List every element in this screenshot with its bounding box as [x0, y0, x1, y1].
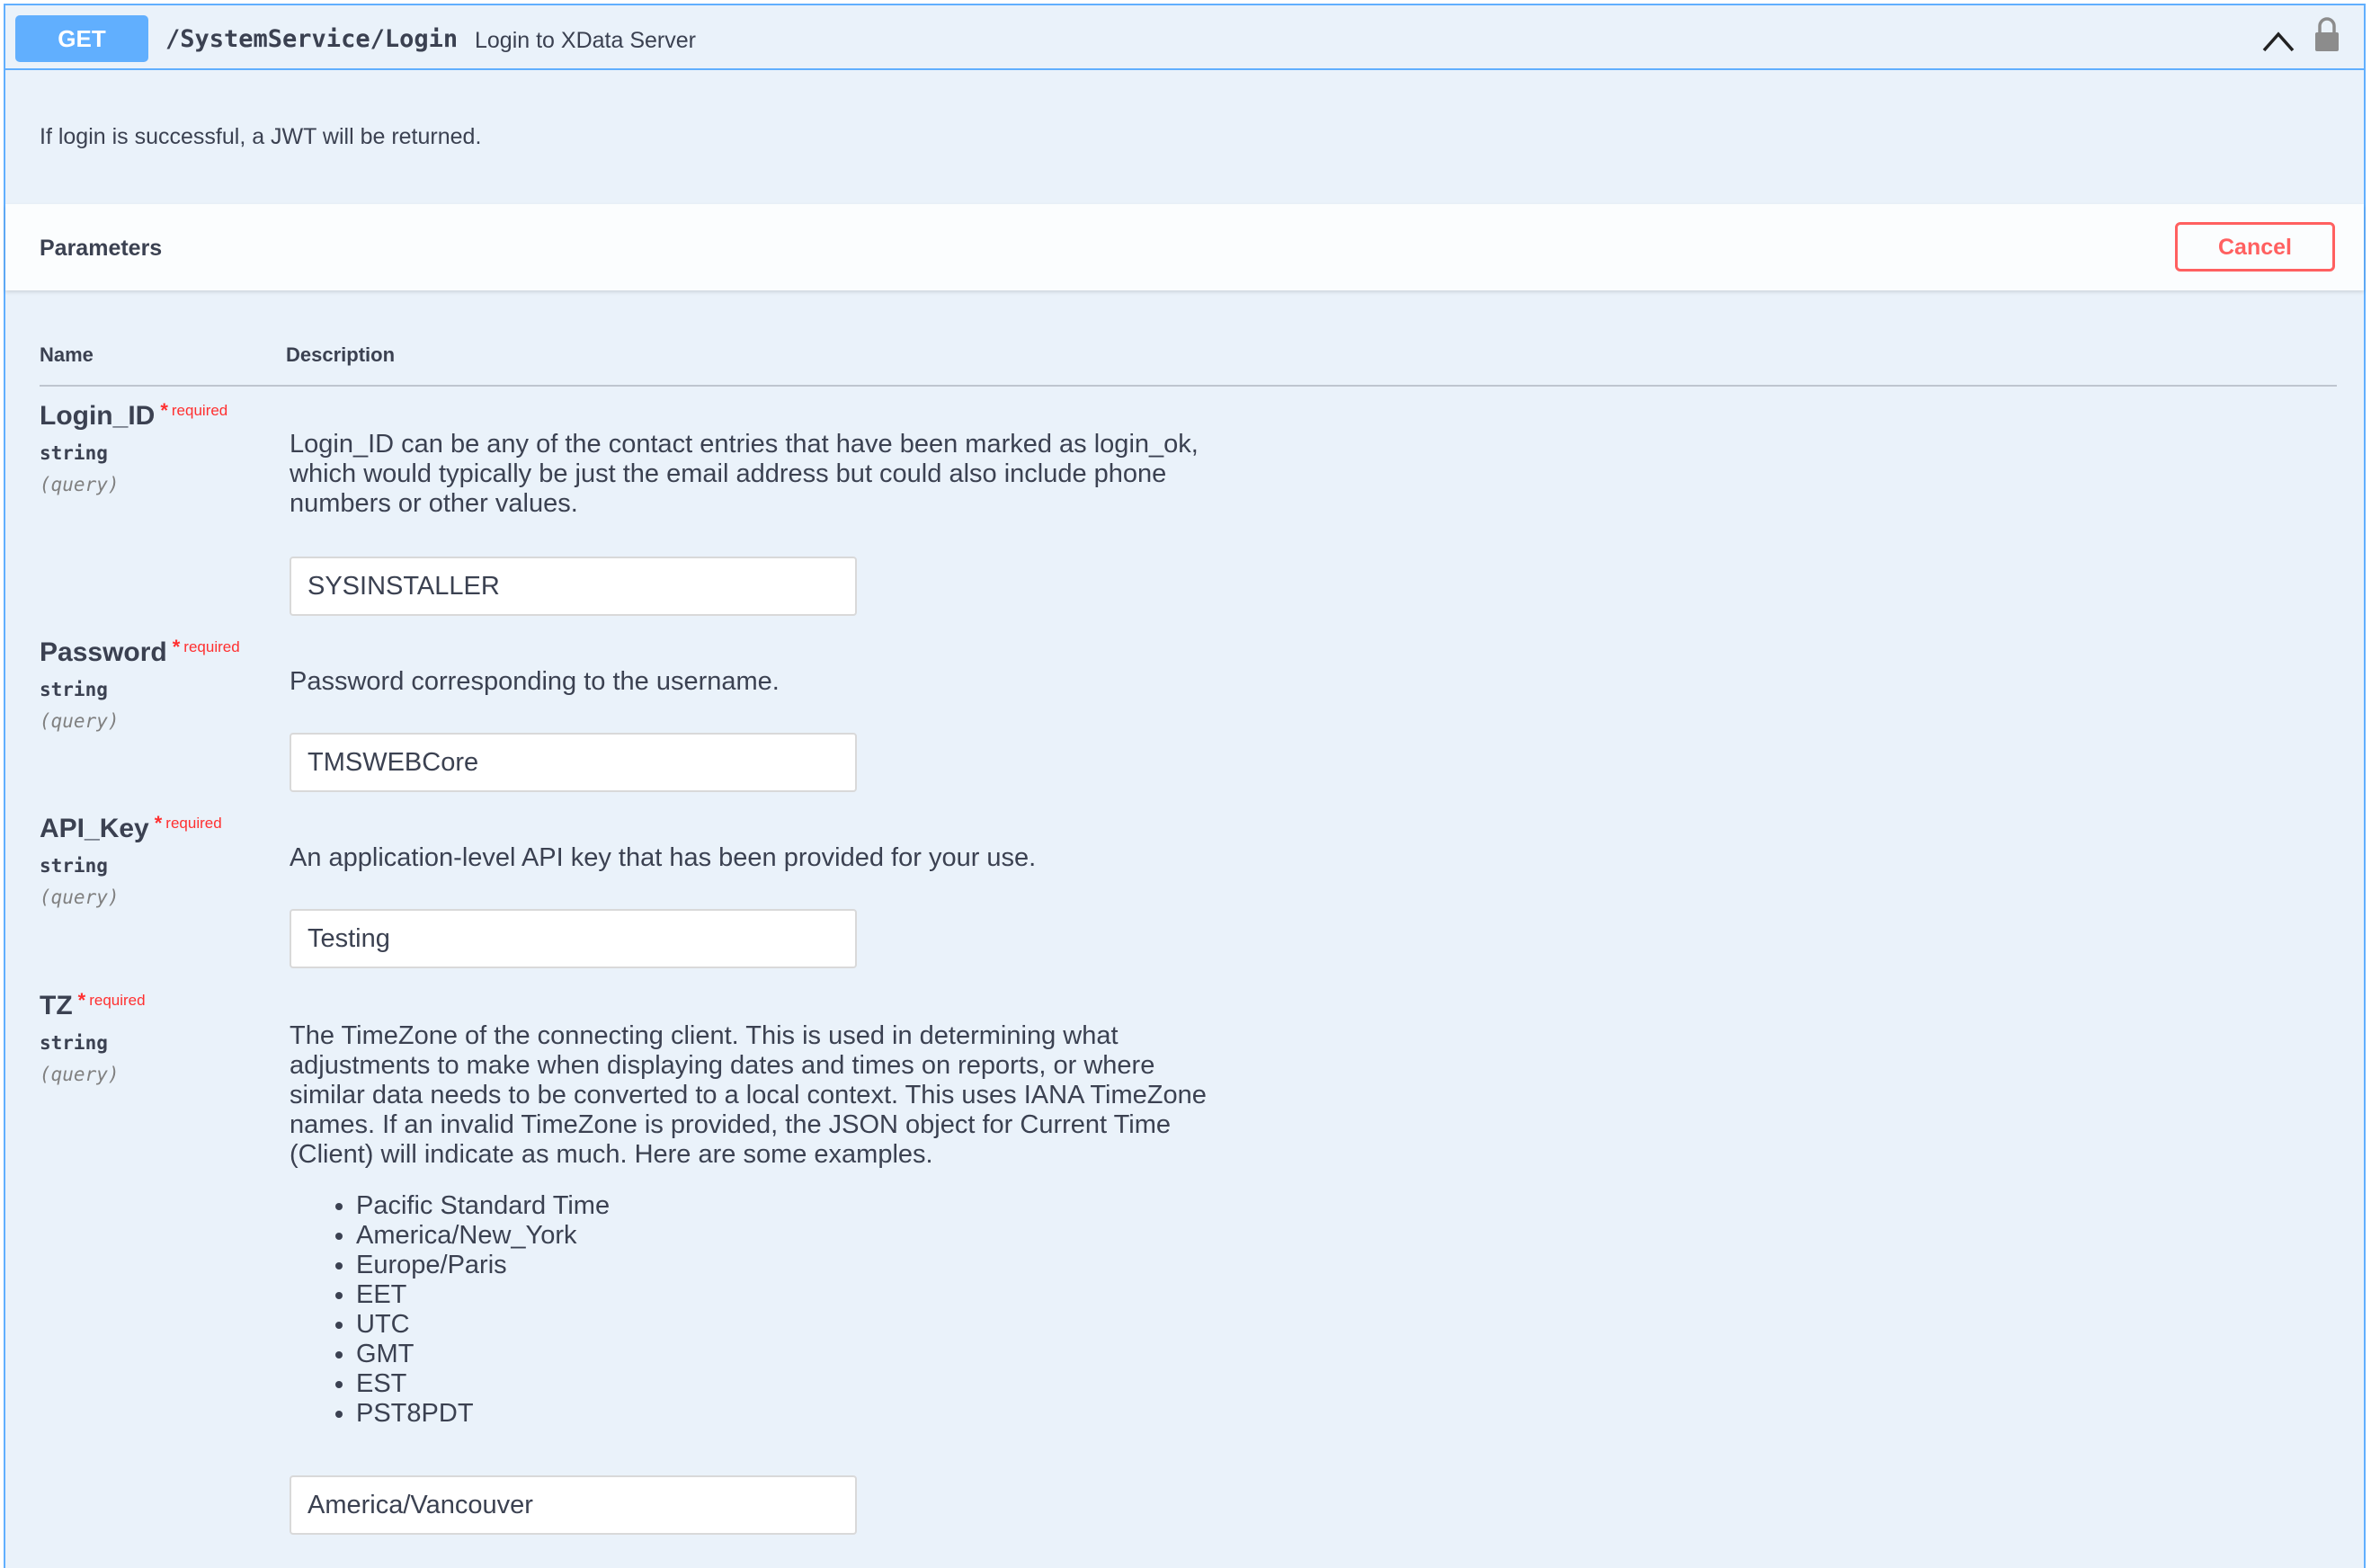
list-item: Europe/Paris [356, 1251, 1207, 1280]
list-item: America/New_York [356, 1221, 1207, 1251]
cancel-button[interactable]: Cancel [2175, 222, 2335, 272]
method-badge: GET [15, 15, 148, 62]
param-name-password: Password * required [40, 636, 240, 668]
required-label: required [183, 638, 240, 655]
parameters-header: Parameters Cancel [5, 204, 2364, 290]
operation-summary[interactable]: GET /SystemService/Login Login to XData … [5, 5, 2364, 70]
column-header-name: Name [40, 343, 94, 366]
param-name-label: Login_ID [40, 401, 156, 431]
param-name-label: Password [40, 637, 167, 667]
param-type: string [40, 855, 108, 877]
param-description: The TimeZone of the connecting client. T… [290, 1021, 1207, 1429]
operation-path: /SystemService/Login [165, 25, 459, 53]
chevron-up-icon[interactable] [2260, 27, 2296, 54]
param-description: An application-level API key that has be… [290, 843, 1037, 872]
column-header-description: Description [286, 343, 396, 366]
api-key-input[interactable] [290, 909, 857, 968]
param-type: string [40, 1032, 108, 1054]
list-item: PST8PDT [356, 1399, 1207, 1429]
header-divider [40, 385, 2337, 387]
password-input[interactable] [290, 733, 857, 792]
tz-examples-list: Pacific Standard Time America/New_York E… [290, 1191, 1207, 1429]
tz-input[interactable] [290, 1475, 857, 1535]
login-id-input[interactable] [290, 557, 857, 616]
param-location: (query) [40, 710, 120, 732]
required-label: required [171, 402, 228, 419]
operation-block: GET /SystemService/Login Login to XData … [4, 4, 2366, 1568]
required-star: * [160, 399, 168, 422]
list-item: GMT [356, 1340, 1207, 1369]
param-name-tz: TZ * required [40, 989, 146, 1021]
param-description: Login_ID can be any of the contact entri… [290, 430, 1199, 518]
required-label: required [165, 815, 222, 832]
list-item: EST [356, 1369, 1207, 1399]
param-name-api-key: API_Key * required [40, 812, 222, 844]
required-star: * [172, 636, 181, 658]
param-location: (query) [40, 1064, 120, 1085]
lock-icon[interactable] [2313, 17, 2340, 53]
param-name-label: TZ [40, 991, 73, 1020]
param-location: (query) [40, 474, 120, 495]
param-type: string [40, 679, 108, 700]
required-star: * [154, 812, 163, 834]
operation-description: If login is successful, a JWT will be re… [40, 124, 482, 149]
param-type: string [40, 442, 108, 464]
param-location: (query) [40, 886, 120, 908]
param-description: Password corresponding to the username. [290, 667, 780, 696]
param-name-login-id: Login_ID * required [40, 399, 227, 432]
operation-summary-text: Login to XData Server [475, 28, 696, 53]
required-star: * [77, 989, 86, 1011]
list-item: Pacific Standard Time [356, 1191, 1207, 1221]
param-name-label: API_Key [40, 814, 149, 843]
list-item: UTC [356, 1310, 1207, 1340]
parameters-title: Parameters [40, 236, 163, 261]
tz-description-text: The TimeZone of the connecting client. T… [290, 1021, 1207, 1169]
list-item: EET [356, 1280, 1207, 1310]
required-label: required [89, 992, 146, 1009]
